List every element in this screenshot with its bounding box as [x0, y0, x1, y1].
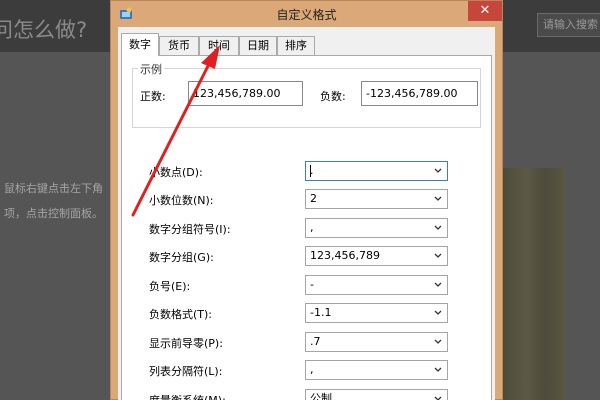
measurement-system-select[interactable]: 公制	[305, 389, 448, 400]
chevron-down-icon	[434, 225, 442, 230]
tab-time[interactable]: 时间	[199, 36, 239, 55]
leading-zero-select[interactable]: .7	[305, 332, 448, 352]
decimal-places-label: 小数位数(N):	[149, 194, 214, 207]
chevron-down-icon	[434, 196, 442, 201]
sample-caption: 示例	[138, 61, 164, 77]
measurement-system-value: 公制	[310, 392, 332, 400]
tab-panel-number: 示例 正数: 123,456,789.00 负数: -123,456,789.0…	[121, 55, 492, 400]
negative-number-format-label: 负数格式(T):	[149, 308, 213, 321]
tab-number[interactable]: 数字	[121, 33, 159, 56]
list-separator-label: 列表分隔符(L):	[149, 365, 223, 378]
background-text-line: 鼠标右键点击左下角	[4, 182, 103, 195]
leading-zero-value: .7	[310, 335, 321, 348]
chevron-down-icon	[434, 310, 442, 315]
custom-format-dialog: 自定义格式 ✕ 数字 货币 时间 日期 排序 示例 正数: 123,456,78…	[110, 0, 503, 400]
chevron-down-icon	[434, 396, 442, 400]
chevron-down-icon	[434, 253, 442, 258]
chevron-down-icon	[434, 339, 442, 344]
positive-label: 正数:	[140, 90, 166, 103]
dialog-client-area: 数字 货币 时间 日期 排序 示例 正数: 123,456,789.00 负数:…	[118, 27, 495, 400]
chevron-down-icon	[434, 367, 442, 372]
digit-grouping-symbol-value: ,	[310, 221, 314, 234]
list-separator-select[interactable]: ,	[305, 360, 448, 380]
digit-grouping-select[interactable]: 123,456,789	[305, 246, 448, 266]
negative-number-format-value: -1.1	[310, 306, 332, 319]
negative-number-format-select[interactable]: -1.1	[305, 303, 448, 323]
negative-sign-select[interactable]: -	[305, 275, 448, 295]
list-separator-value: ,	[310, 363, 314, 376]
measurement-system-label: 度量衡系统(M):	[149, 392, 226, 400]
decimal-symbol-label: 小数点(D):	[149, 166, 203, 179]
digit-grouping-label: 数字分组(G):	[149, 251, 214, 264]
tab-sort[interactable]: 排序	[277, 36, 315, 55]
positive-sample: 123,456,789.00	[188, 81, 303, 106]
background-text-line: 项，点击控制面板。	[4, 207, 103, 220]
decimal-places-select[interactable]: 2	[305, 189, 448, 209]
decimal-places-value: 2	[310, 192, 317, 205]
digit-grouping-symbol-label: 数字分组符号(I):	[149, 223, 231, 236]
negative-label: 负数:	[320, 90, 346, 103]
background-page-title: 问怎么做?	[0, 18, 88, 42]
negative-sample: -123,456,789.00	[361, 81, 478, 106]
chevron-down-icon	[434, 282, 442, 287]
title-bar: 自定义格式 ✕	[111, 1, 502, 27]
digit-grouping-value: 123,456,789	[310, 249, 380, 262]
window-title: 自定义格式	[276, 8, 337, 22]
close-button[interactable]: ✕	[468, 1, 502, 21]
digit-grouping-symbol-select[interactable]: ,	[305, 218, 448, 238]
tab-currency[interactable]: 货币	[159, 36, 199, 55]
background-photo	[500, 168, 564, 400]
chevron-down-icon	[434, 168, 442, 173]
leading-zero-label: 显示前导零(P):	[149, 337, 223, 350]
text-caret	[310, 165, 311, 177]
negative-sign-value: -	[310, 278, 314, 291]
negative-sign-label: 负号(E):	[149, 280, 191, 293]
sample-group: 示例 正数: 123,456,789.00 负数: -123,456,789.0…	[132, 61, 481, 128]
tab-date[interactable]: 日期	[239, 36, 277, 55]
background-search-input[interactable]: 请输入搜索	[537, 13, 600, 37]
decimal-symbol-select[interactable]: .	[305, 161, 448, 181]
